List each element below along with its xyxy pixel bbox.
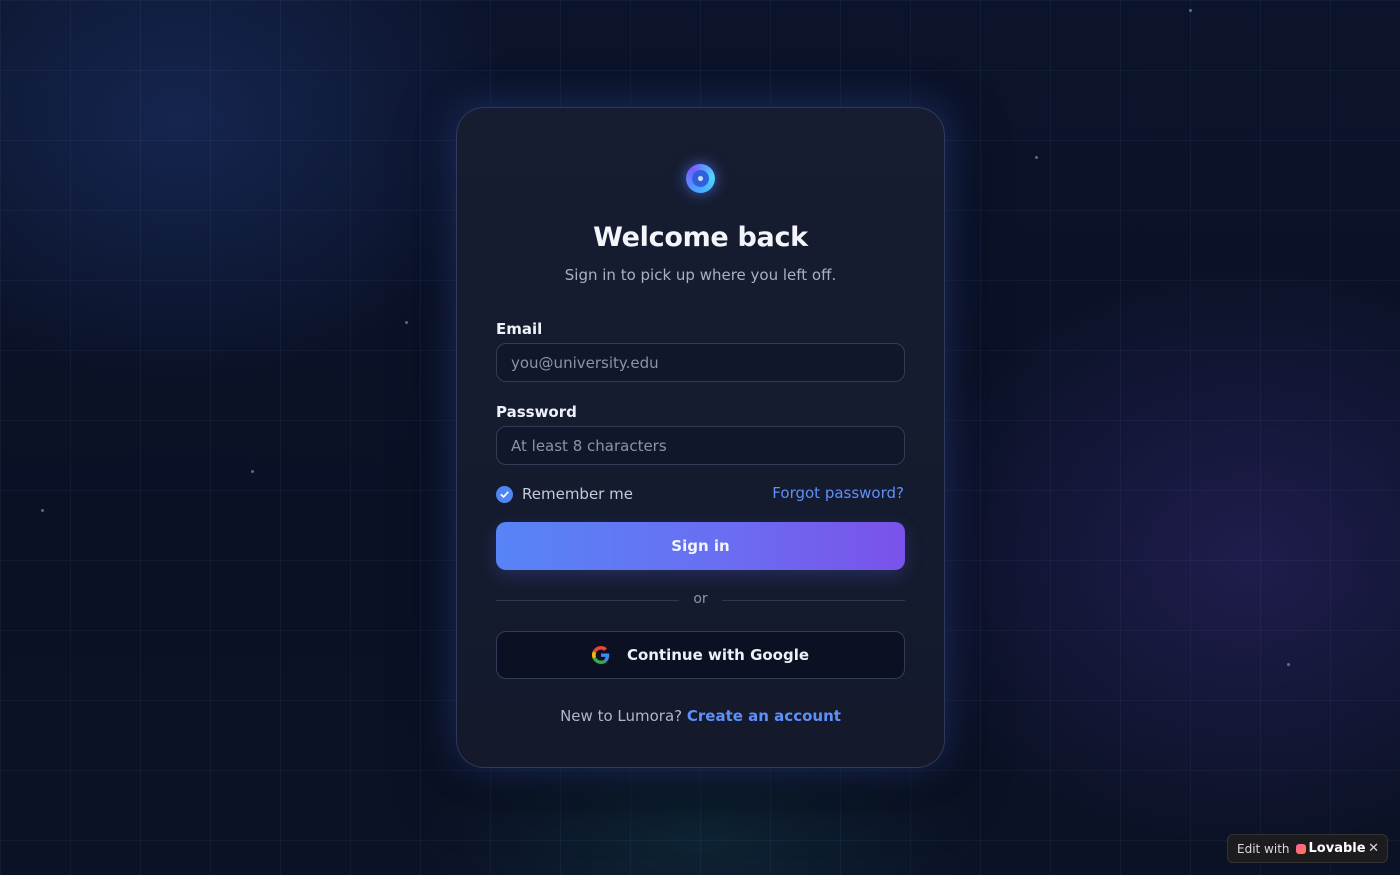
background-star xyxy=(1035,156,1038,159)
divider-line xyxy=(722,600,905,601)
password-label: Password xyxy=(496,403,577,421)
google-button-label: Continue with Google xyxy=(626,646,810,664)
divider-label: or xyxy=(693,591,708,607)
page-subtitle: Sign in to pick up where you left off. xyxy=(564,266,837,284)
background-star xyxy=(1287,663,1290,666)
password-field[interactable] xyxy=(496,426,905,465)
lovable-heart-icon xyxy=(1295,843,1306,854)
forgot-password-link[interactable]: Forgot password? xyxy=(772,484,904,502)
orb-logo-icon xyxy=(686,164,715,193)
signup-prompt-text: New to Lumora? xyxy=(560,707,683,725)
lovable-logo: Lovable xyxy=(1295,841,1366,856)
close-icon[interactable]: ✕ xyxy=(1368,841,1379,856)
background-star xyxy=(41,509,44,512)
remember-me-toggle[interactable]: Remember me xyxy=(496,485,633,503)
sign-in-button[interactable]: Sign in xyxy=(496,522,905,570)
remember-me-label: Remember me xyxy=(522,485,633,503)
create-account-link[interactable]: Create an account xyxy=(687,707,841,725)
background-star xyxy=(1189,9,1192,12)
email-field[interactable] xyxy=(496,343,905,382)
check-icon xyxy=(500,490,509,498)
remember-me-checkbox[interactable] xyxy=(496,485,513,503)
email-label: Email xyxy=(496,320,543,338)
background-star xyxy=(405,321,408,324)
lovable-brand-label: Lovable xyxy=(1308,841,1366,856)
google-icon xyxy=(591,646,610,664)
edit-with-lovable-badge[interactable]: Edit with Lovable ✕ xyxy=(1227,834,1388,863)
google-sign-in-button[interactable]: Continue with Google xyxy=(496,631,905,679)
signup-prompt: New to Lumora? Create an account xyxy=(457,707,944,725)
or-divider: or xyxy=(496,591,905,609)
badge-prefix: Edit with xyxy=(1237,841,1290,856)
page-title: Welcome back xyxy=(593,222,808,253)
login-card: Welcome back Sign in to pick up where yo… xyxy=(456,107,945,768)
background-star xyxy=(251,470,254,473)
